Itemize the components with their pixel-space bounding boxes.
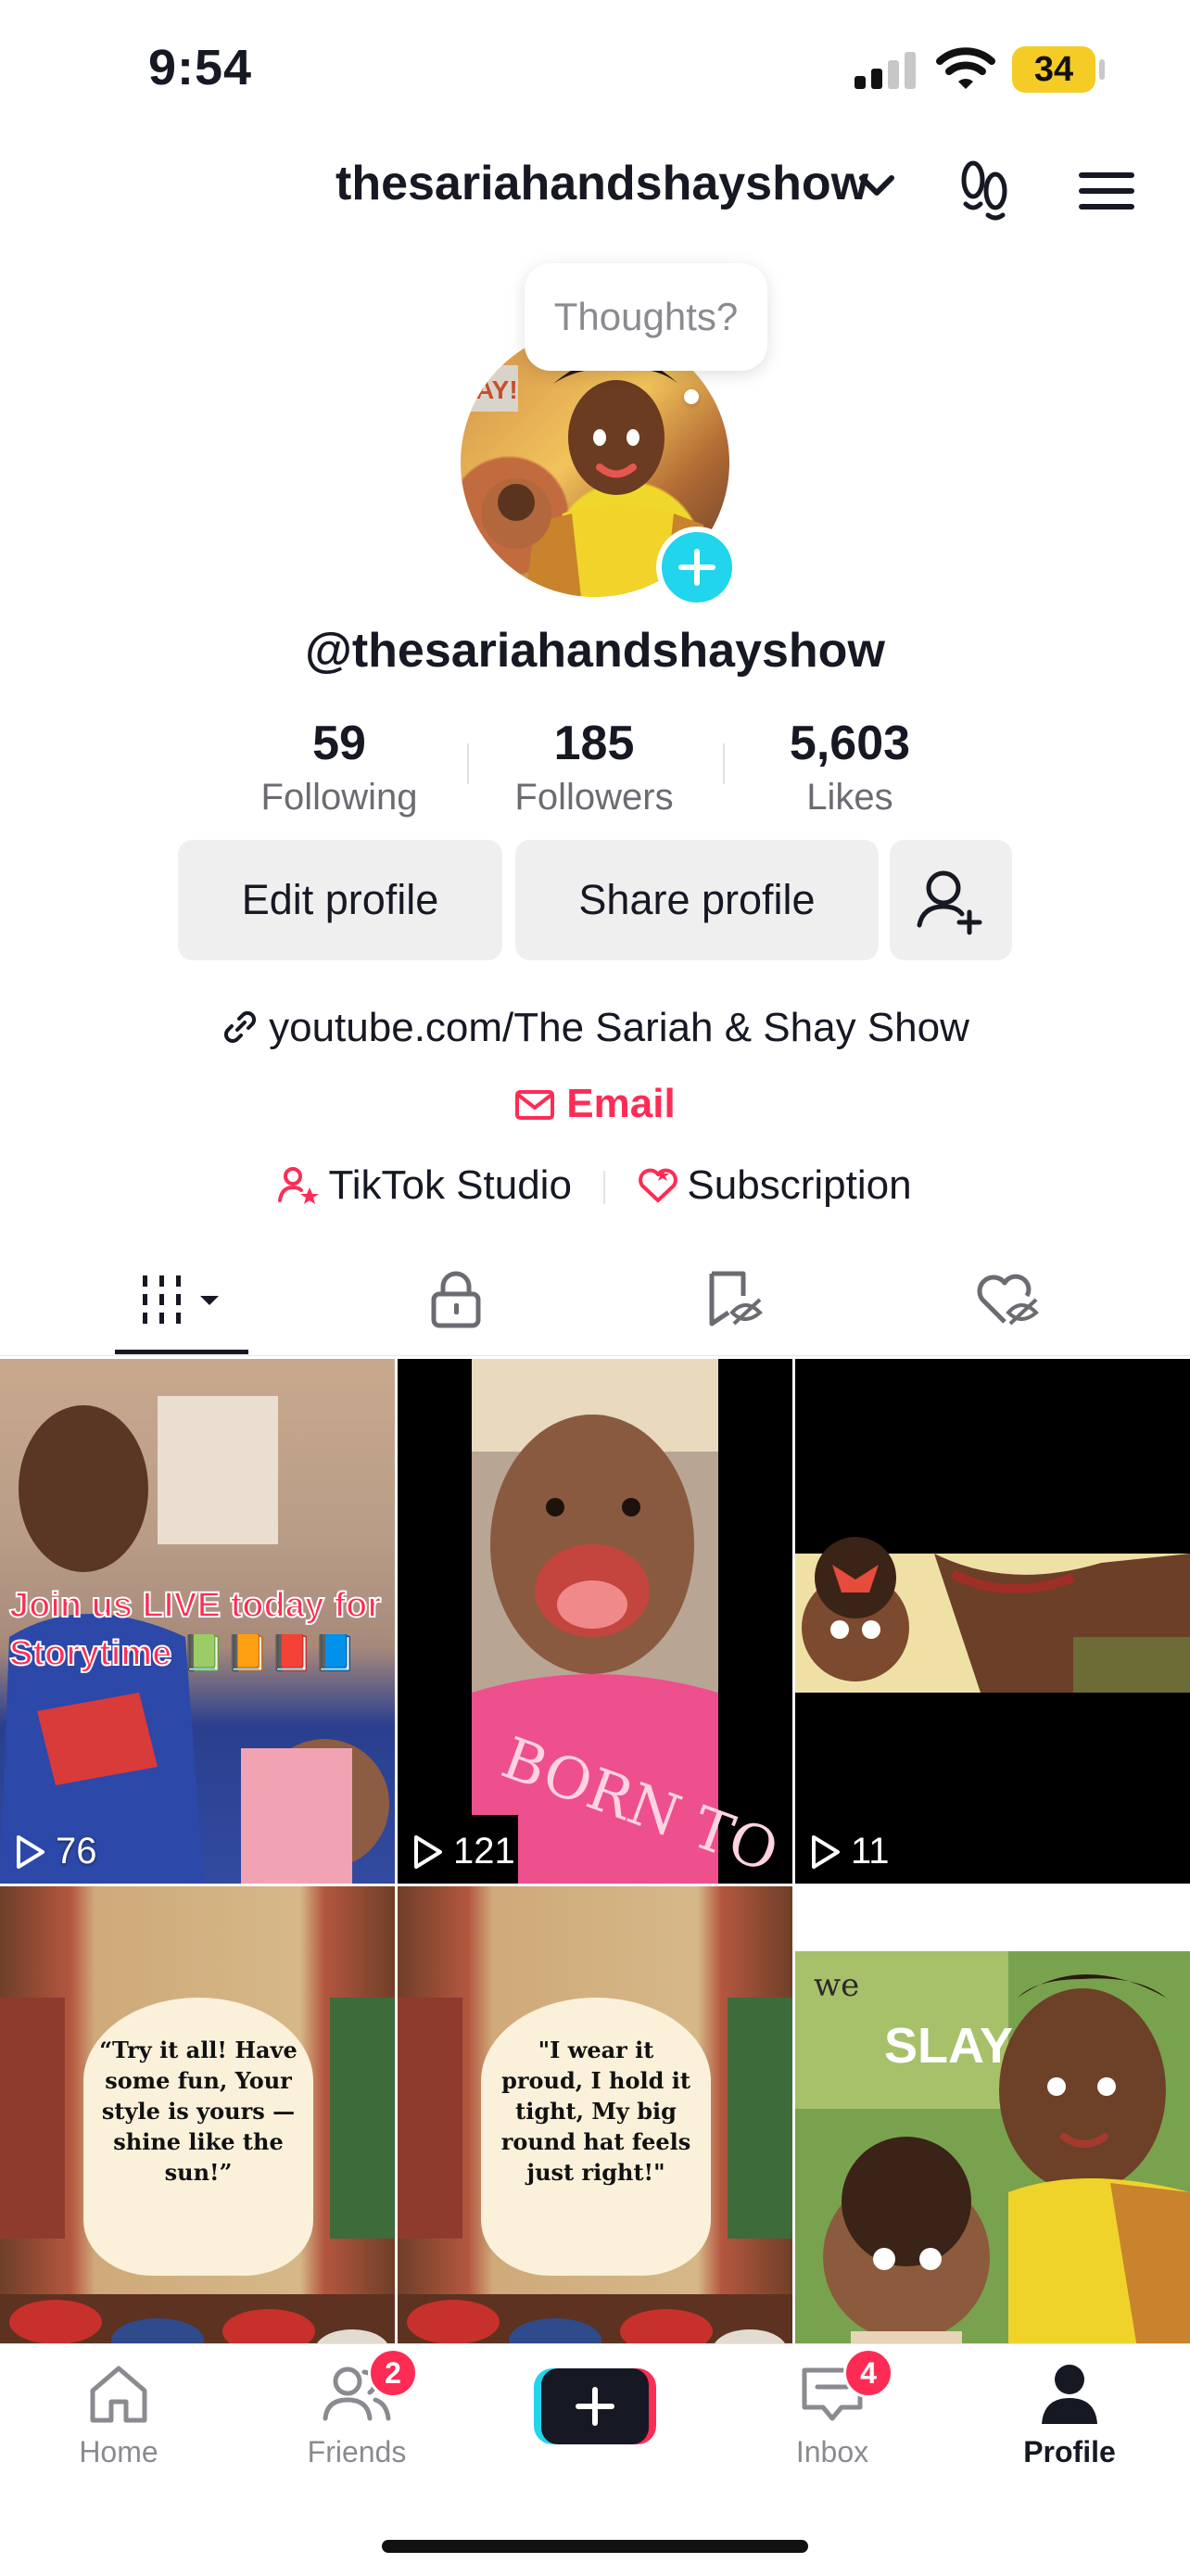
video-grid-icon: [143, 1275, 219, 1324]
svg-text:AY!: AY!: [475, 375, 518, 404]
wifi-icon: [936, 47, 995, 89]
video-thumbnail-2[interactable]: BORN TO 121: [398, 1359, 792, 1884]
link-icon: [224, 1010, 257, 1044]
likes-label: Likes: [806, 777, 893, 818]
cellular-signal-icon: [855, 52, 916, 89]
video-2-views: 121: [412, 1831, 515, 1872]
nav-friends[interactable]: 2 Friends: [264, 2344, 449, 2483]
battery-level: 34: [1033, 50, 1074, 89]
tab-saved-hidden-icon[interactable]: [704, 1270, 766, 1329]
nav-profile-label: Profile: [1023, 2435, 1116, 2468]
video-thumbnail-4[interactable]: “Try it all! Have some fun, Your style i…: [0, 1886, 395, 2411]
status-time: 9:54: [148, 40, 253, 95]
inbox-badge: 4: [843, 2348, 893, 2398]
share-profile-button[interactable]: Share profile: [515, 840, 879, 960]
video-1-views: 76: [15, 1831, 97, 1872]
email-link-text: Email: [566, 1081, 676, 1126]
active-tab-indicator: [115, 1350, 248, 1354]
top-text: we: [814, 1967, 859, 2004]
stat-divider: [467, 743, 469, 784]
battery-indicator: 34: [1012, 46, 1095, 93]
video-3-views: 11: [810, 1831, 890, 1872]
video-4-caption-card: “Try it all! Have some fun, Your style i…: [83, 1998, 313, 2276]
stat-following[interactable]: 59 Following: [228, 716, 450, 818]
overlay-line-2: Storytime 📗📙📕📘: [8, 1633, 358, 1674]
video-thumbnail-6[interactable]: we SLAY!: [795, 1886, 1190, 2411]
hamburger-menu-icon[interactable]: [1077, 171, 1136, 211]
subscription-link[interactable]: Subscription: [637, 1162, 912, 1208]
stat-followers[interactable]: 185 Followers: [483, 716, 705, 818]
friends-badge: 2: [368, 2348, 418, 2398]
overlay-line-1: Join us LIVE today for: [8, 1585, 382, 1626]
video-1-overlay-text: Join us LIVE today for Storytime 📗📙📕📘: [8, 1581, 382, 1678]
video-thumbnail-5[interactable]: "I wear it proud, I hold it tight, My bi…: [398, 1886, 792, 2411]
play-icon: [17, 1834, 44, 1869]
battery-cap: [1099, 59, 1105, 80]
thoughts-bubble-tail: [684, 389, 699, 404]
followers-label: Followers: [514, 777, 674, 818]
tabs-divider: [0, 1355, 1190, 1356]
email-link[interactable]: Email: [0, 1081, 1190, 1127]
tab-private-lock-icon[interactable]: [428, 1270, 484, 1329]
thoughts-bubble[interactable]: Thoughts?: [525, 263, 767, 371]
bio-link[interactable]: youtube.com/The Sariah & Shay Show: [0, 1005, 1190, 1051]
play-icon: [812, 1834, 840, 1869]
subscription-label: Subscription: [687, 1162, 912, 1208]
add-person-icon: [917, 870, 982, 935]
video-6-scene: we SLAY!: [795, 1951, 1190, 2411]
creator-star-icon: [278, 1167, 320, 1204]
view-count: 121: [453, 1831, 515, 1872]
video-thumbnail-1[interactable]: Join us LIVE today for Storytime 📗📙📕📘 76: [0, 1359, 395, 1884]
add-story-button[interactable]: [656, 527, 738, 608]
nav-inbox-label: Inbox: [795, 2435, 869, 2468]
video-thumbnail-3[interactable]: 11: [795, 1359, 1190, 1884]
plus-icon: [576, 2387, 614, 2426]
nav-home[interactable]: Home: [26, 2344, 211, 2483]
nav-home-label: Home: [79, 2435, 158, 2468]
video-5-caption-card: "I wear it proud, I hold it tight, My bi…: [481, 1998, 711, 2276]
following-count: 59: [312, 717, 366, 770]
chevron-down-icon[interactable]: [858, 174, 895, 198]
profile-handle: @thesariahandshayshow: [305, 624, 885, 678]
profile-icon: [1042, 2365, 1097, 2424]
tab-liked-hidden-icon[interactable]: [977, 1270, 1042, 1329]
creator-tools-row: TikTok Studio Subscription: [0, 1162, 1190, 1209]
bio-link-text: youtube.com/The Sariah & Shay Show: [269, 1005, 969, 1050]
view-count: 11: [851, 1831, 890, 1872]
add-friend-button[interactable]: [890, 840, 1012, 960]
footprint-icon[interactable]: [955, 159, 1016, 221]
tab-videos[interactable]: [139, 1274, 228, 1334]
mail-icon: [515, 1090, 555, 1120]
video-2-scene: BORN TO: [398, 1359, 787, 1884]
edit-profile-button[interactable]: Edit profile: [178, 840, 502, 960]
stat-divider: [723, 743, 725, 784]
view-count: 76: [56, 1831, 97, 1872]
home-icon: [90, 2366, 147, 2423]
tiktok-studio-label: TikTok Studio: [328, 1162, 572, 1208]
stat-likes[interactable]: 5,603 Likes: [739, 716, 961, 818]
subscription-icon: [639, 1168, 678, 1202]
nav-profile[interactable]: Profile: [977, 2344, 1162, 2483]
row-divider: [603, 1171, 606, 1204]
nav-friends-label: Friends: [307, 2435, 407, 2468]
nav-inbox[interactable]: 4 Inbox: [740, 2344, 925, 2483]
tiktok-studio-link[interactable]: TikTok Studio: [278, 1162, 583, 1208]
account-switcher[interactable]: thesariahandshayshow: [335, 156, 868, 211]
likes-count: 5,603: [789, 717, 911, 770]
home-indicator: [382, 2540, 808, 2553]
create-button[interactable]: [534, 2368, 656, 2444]
play-icon: [414, 1834, 442, 1869]
followers-count: 185: [553, 717, 635, 770]
following-label: Following: [260, 777, 418, 818]
video-3-scene: [795, 1537, 1190, 1693]
